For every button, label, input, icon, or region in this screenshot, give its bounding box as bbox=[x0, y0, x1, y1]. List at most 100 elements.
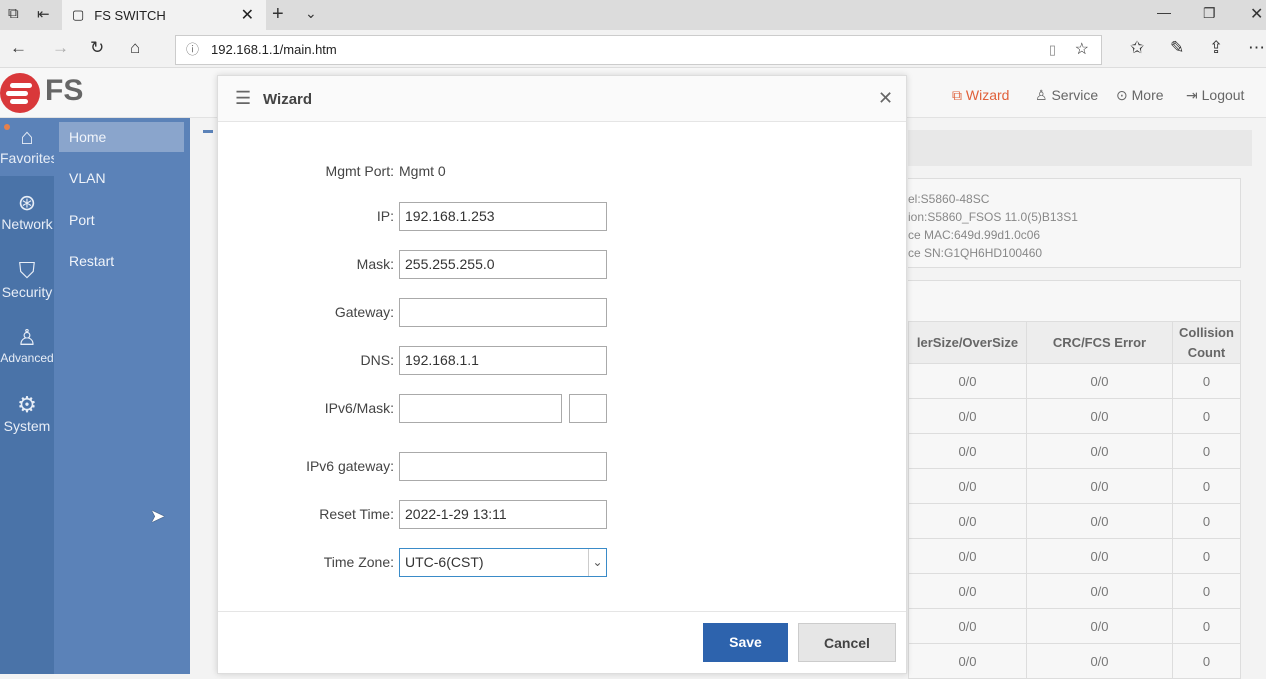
table-cell: 0/0 bbox=[908, 608, 1027, 644]
table-row: 0/0 0/0 0 bbox=[908, 503, 1241, 539]
reading-view-icon[interactable]: ▯ bbox=[1049, 36, 1056, 64]
gear-icon: ⚙ bbox=[17, 392, 37, 417]
info-mac: ce MAC:649d.99d1.0c06 bbox=[908, 228, 1041, 242]
pen-icon[interactable]: ✎ bbox=[1170, 38, 1184, 58]
browser-tab[interactable]: ▢ FS SWITCH ✕ bbox=[62, 0, 266, 30]
table-row: 0/0 0/0 0 bbox=[908, 468, 1241, 504]
port-stats-table: lerSize/OverSize CRC/FCS Error Collision… bbox=[908, 321, 1241, 679]
table-row: 0/0 0/0 0 bbox=[908, 398, 1241, 434]
panel-header bbox=[908, 130, 1252, 166]
rail-network[interactable]: ⊛ Network bbox=[0, 190, 54, 232]
table-cell: 0/0 bbox=[1026, 538, 1173, 574]
close-dialog-icon[interactable]: ✕ bbox=[878, 88, 893, 109]
table-cell: 0 bbox=[1172, 503, 1241, 539]
table-row: 0/0 0/0 0 bbox=[908, 608, 1241, 644]
table-cell: 0/0 bbox=[908, 503, 1027, 539]
col-crc: CRC/FCS Error bbox=[1026, 321, 1173, 364]
table-cell: 0/0 bbox=[1026, 398, 1173, 434]
info-version: ion:S5860_FSOS 11.0(5)B13S1 bbox=[908, 210, 1078, 224]
close-tab-icon[interactable]: ✕ bbox=[241, 5, 254, 25]
ipv6-label: IPv6/Mask: bbox=[324, 400, 394, 416]
favorite-star-icon[interactable]: ☆ bbox=[1075, 36, 1089, 64]
table-cell: 0 bbox=[1172, 433, 1241, 469]
save-button[interactable]: Save bbox=[703, 623, 788, 662]
ipv6-input[interactable] bbox=[399, 394, 562, 423]
table-cell: 0/0 bbox=[908, 398, 1027, 434]
more-browser-icon[interactable]: ⋯ bbox=[1248, 38, 1265, 58]
share-icon[interactable]: ⇪ bbox=[1209, 38, 1223, 58]
minimize-icon[interactable]: — bbox=[1157, 4, 1171, 20]
reset-time-input[interactable]: 2022-1-29 13:11 bbox=[399, 500, 607, 529]
time-zone-label: Time Zone: bbox=[323, 554, 394, 570]
refresh-icon[interactable]: ↻ bbox=[90, 38, 104, 58]
table-row: 0/0 0/0 0 bbox=[908, 573, 1241, 609]
tab-list-chevron-icon[interactable]: ⌄ bbox=[305, 5, 317, 22]
mouse-cursor-icon: ➤ bbox=[150, 506, 166, 526]
submenu-vlan[interactable]: VLAN bbox=[59, 163, 184, 193]
home-browser-icon[interactable]: ⌂ bbox=[130, 38, 140, 58]
dns-input[interactable]: 192.168.1.1 bbox=[399, 346, 607, 375]
url-input[interactable]: ⓘ 192.168.1.1/main.htm ▯ ☆ bbox=[175, 35, 1102, 65]
table-cell: 0/0 bbox=[1026, 433, 1173, 469]
mgmt-label: Mgmt Port: bbox=[325, 163, 394, 179]
restore-icon[interactable]: ❐ bbox=[1203, 5, 1216, 22]
table-row: 0/0 0/0 0 bbox=[908, 643, 1241, 679]
service-link[interactable]: ♙ Service bbox=[1035, 87, 1098, 104]
icon-rail: ⌂ Favorites ⊛ Network ⛉ Security ♙ Advanced … bbox=[0, 118, 58, 674]
fs-logo-mark bbox=[0, 73, 40, 113]
ip-input[interactable]: 192.168.1.253 bbox=[399, 202, 607, 231]
table-row: 0/0 0/0 0 bbox=[908, 433, 1241, 469]
dns-label: DNS: bbox=[360, 352, 394, 368]
rail-advanced[interactable]: ♙ Advanced bbox=[0, 325, 54, 365]
url-text: 192.168.1.1/main.htm bbox=[211, 42, 337, 57]
table-cell: 0 bbox=[1172, 468, 1241, 504]
set-aside-tabs-icon[interactable]: ⇤ bbox=[37, 5, 50, 23]
table-cell: 0/0 bbox=[908, 643, 1027, 679]
new-tab-icon[interactable]: + bbox=[272, 3, 284, 26]
mask-label: Mask: bbox=[356, 256, 394, 272]
device-info: el:S5860-48SC ion:S5860_FSOS 11.0(5)B13S… bbox=[908, 178, 1241, 268]
headset-icon: ♙ bbox=[1035, 87, 1048, 103]
submenu-port[interactable]: Port bbox=[59, 205, 184, 235]
table-cell: 0/0 bbox=[1026, 573, 1173, 609]
browser-tab-bar: ⧉ ⇤ ▢ FS SWITCH ✕ + ⌄ — ❐ ✕ bbox=[0, 0, 1266, 30]
submenu-restart[interactable]: Restart bbox=[59, 246, 184, 276]
table-cell: 0 bbox=[1172, 643, 1241, 679]
shield-icon: ⛉ bbox=[18, 258, 36, 283]
col-collision: Collision Count bbox=[1172, 321, 1241, 364]
rail-system[interactable]: ⚙ System bbox=[0, 392, 54, 434]
col-undersize: lerSize/OverSize bbox=[908, 321, 1027, 364]
info-icon: ⓘ bbox=[186, 42, 200, 57]
submenu: Home VLAN Port Restart bbox=[54, 118, 190, 674]
tab-actions-icon[interactable]: ⧉ bbox=[8, 5, 19, 22]
rail-favorites[interactable]: ⌂ Favorites bbox=[0, 118, 58, 176]
time-zone-select[interactable]: UTC-6(CST) ⌄ bbox=[399, 548, 607, 577]
mask-input[interactable]: 255.255.255.0 bbox=[399, 250, 607, 279]
table-cell: 0/0 bbox=[1026, 468, 1173, 504]
ipv6-gateway-input[interactable] bbox=[399, 452, 607, 481]
ip-label: IP: bbox=[376, 208, 394, 224]
table-cell: 0/0 bbox=[1026, 363, 1173, 399]
logout-link[interactable]: ⇥ Logout bbox=[1186, 87, 1244, 104]
info-sn: ce SN:G1QH6HD100460 bbox=[908, 246, 1043, 260]
chevron-down-icon[interactable]: ⌄ bbox=[588, 549, 606, 576]
close-window-icon[interactable]: ✕ bbox=[1250, 4, 1263, 24]
more-icon: ⊙ bbox=[1116, 87, 1128, 103]
favorites-list-icon[interactable]: ✩ bbox=[1130, 38, 1144, 58]
table-cell: 0/0 bbox=[1026, 643, 1173, 679]
more-link[interactable]: ⊙ More bbox=[1116, 87, 1164, 104]
ipv6-gateway-label: IPv6 gateway: bbox=[306, 458, 394, 474]
dialog-title: Wizard bbox=[263, 91, 313, 108]
ipv6-mask-input[interactable] bbox=[569, 394, 607, 423]
table-cell: 0/0 bbox=[1026, 608, 1173, 644]
logo-text: FS bbox=[45, 74, 84, 107]
rail-security[interactable]: ⛉ Security bbox=[0, 258, 54, 300]
cancel-button[interactable]: Cancel bbox=[798, 623, 896, 662]
submenu-home[interactable]: Home bbox=[59, 122, 184, 152]
wizard-link[interactable]: ⧉ Wizard bbox=[952, 87, 1009, 104]
forward-icon[interactable]: → bbox=[52, 38, 69, 58]
table-cell: 0/0 bbox=[908, 538, 1027, 574]
gateway-input[interactable] bbox=[399, 298, 607, 327]
back-icon[interactable]: ← bbox=[10, 38, 27, 58]
table-cell: 0/0 bbox=[908, 433, 1027, 469]
